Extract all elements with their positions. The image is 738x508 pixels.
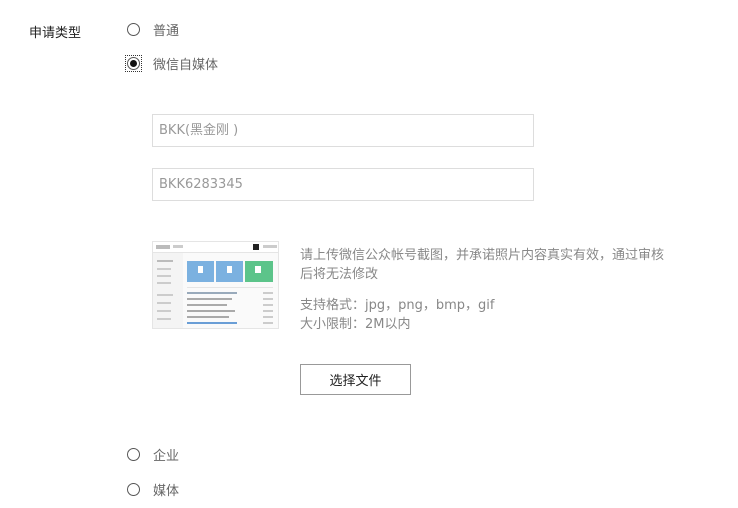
radio-wechat-media[interactable]	[127, 57, 140, 70]
radio-option-wechat-media[interactable]: 微信自媒体	[125, 54, 218, 73]
radio-wechat-media-label: 微信自媒体	[153, 58, 219, 73]
radio-media[interactable]	[127, 483, 140, 496]
account-input[interactable]	[152, 168, 534, 201]
radio-option-enterprise[interactable]: 企业	[127, 445, 179, 464]
radio-enterprise-label: 企业	[153, 449, 180, 464]
radio-media-label: 媒体	[153, 484, 180, 499]
radio-normal-label: 普通	[153, 24, 180, 39]
sample-screenshot-graphic	[153, 242, 278, 328]
radio-option-media[interactable]: 媒体	[127, 480, 179, 499]
choose-file-button[interactable]: 选择文件	[300, 364, 411, 395]
name-input[interactable]	[152, 114, 534, 147]
upload-instruction: 请上传微信公众帐号截图，并承诺照片内容真实有效，通过审核后将无法修改	[300, 248, 665, 282]
application-type-label: 申请类型	[29, 26, 82, 41]
upload-formats: 支持格式：jpg，png，bmp，gif	[300, 298, 495, 313]
radio-option-normal[interactable]: 普通	[127, 20, 179, 39]
radio-enterprise[interactable]	[127, 448, 140, 461]
upload-size-limit: 大小限制：2M以内	[300, 317, 411, 332]
sample-screenshot-image	[152, 241, 279, 329]
radio-normal[interactable]	[127, 23, 140, 36]
